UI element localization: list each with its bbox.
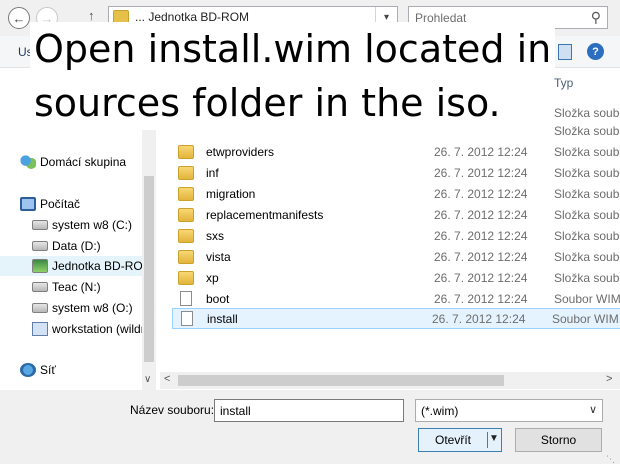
bd-rom-icon [32, 259, 48, 273]
dialog-footer: Název souboru: install (*.wim) ∨ Otevřít… [0, 390, 620, 464]
filter-value: (*.wim) [421, 404, 459, 418]
resize-grip-icon[interactable]: ⋱ [606, 454, 615, 464]
nav-item-label: Data (D:) [52, 239, 101, 253]
drive-icon [32, 220, 48, 230]
folder-icon [178, 228, 194, 243]
caret-down-icon[interactable]: ▼ [489, 433, 499, 444]
file-type-filter[interactable]: (*.wim) ∨ [415, 399, 603, 422]
back-button[interactable]: ← [8, 7, 30, 29]
caption-line-1: Open install.wim located in [30, 22, 556, 76]
file-type: Složka soubo [554, 144, 620, 159]
folder-icon [178, 186, 194, 201]
file-date: 26. 7. 2012 12:24 [434, 228, 528, 243]
file-type: Složka soubo [554, 186, 620, 201]
nav-item-drive-d[interactable]: Data (D:) [32, 236, 143, 256]
file-type: Složka soubo [554, 270, 620, 285]
file-type: Složka soubo [554, 228, 620, 243]
file-date: 26. 7. 2012 12:24 [434, 249, 528, 264]
file-date: 26. 7. 2012 12:24 [434, 291, 528, 306]
file-row[interactable]: vista 26. 7. 2012 12:24 Složka soubo [170, 246, 620, 267]
cancel-button[interactable]: Storno [515, 428, 602, 452]
network-icon [20, 363, 36, 377]
network-drive-icon [32, 322, 48, 336]
nav-item-drive-c[interactable]: system w8 (C:) [32, 215, 143, 235]
file-date: 26. 7. 2012 12:24 [434, 144, 528, 159]
drive-icon [32, 241, 48, 251]
chevron-left-icon[interactable]: < [164, 373, 170, 385]
file-icon [180, 291, 192, 306]
arrow-left-icon: ← [12, 10, 26, 26]
file-name: migration [206, 186, 256, 201]
homegroup-icon [20, 155, 36, 169]
nav-item-label: workstation (wildr [52, 322, 143, 336]
tutorial-caption: Open install.wim located in sources fold… [30, 22, 590, 130]
chevron-down-icon[interactable]: ∨ [144, 374, 151, 385]
file-row[interactable]: migration 26. 7. 2012 12:24 Složka soubo [170, 183, 620, 204]
folder-icon [178, 165, 194, 180]
file-type: Složka soubo [554, 249, 620, 264]
nav-scrollbar-thumb[interactable] [144, 176, 154, 362]
computer-icon [20, 197, 36, 211]
file-row[interactable]: boot 26. 7. 2012 12:24 Soubor WIM [170, 288, 620, 309]
file-row[interactable]: sxs 26. 7. 2012 12:24 Složka soubo [170, 225, 620, 246]
file-name: xp [206, 270, 219, 285]
cancel-button-label: Storno [540, 433, 577, 447]
file-name: install [207, 311, 238, 326]
file-name: replacementmanifests [206, 207, 324, 222]
file-name: inf [206, 165, 219, 180]
folder-icon [178, 144, 194, 159]
nav-item-label: Počítač [40, 197, 81, 211]
file-date: 26. 7. 2012 12:24 [434, 270, 528, 285]
file-row-selected[interactable]: install 26. 7. 2012 12:24 Soubor WIM [172, 308, 620, 329]
nav-item-label: Síť [40, 363, 56, 377]
search-icon: ⚲ [590, 9, 601, 25]
folder-icon [178, 249, 194, 264]
horizontal-scrollbar-thumb[interactable] [178, 375, 504, 386]
file-date: 26. 7. 2012 12:24 [434, 207, 528, 222]
drive-icon [32, 282, 48, 292]
file-type: Složka soubo [554, 207, 620, 222]
file-type: Soubor WIM [552, 311, 619, 326]
file-type: Složka soubo [554, 165, 620, 180]
file-row[interactable]: xp 26. 7. 2012 12:24 Složka soubo [170, 267, 620, 288]
nav-item-drive-o[interactable]: system w8 (O:) [32, 298, 143, 318]
file-date: 26. 7. 2012 12:24 [434, 186, 528, 201]
file-name: sxs [206, 228, 224, 243]
chevron-right-icon[interactable]: > [606, 373, 612, 385]
open-button[interactable]: Otevřít ▼ [418, 428, 502, 452]
file-date: 26. 7. 2012 12:24 [434, 165, 528, 180]
horizontal-scrollbar[interactable]: < > [160, 372, 620, 389]
file-name: vista [206, 249, 231, 264]
caption-line-2: sources folder in the iso. [30, 76, 505, 130]
file-date: 26. 7. 2012 12:24 [432, 311, 526, 326]
nav-item-label: system w8 (O:) [52, 301, 133, 315]
file-row[interactable]: replacementmanifests 26. 7. 2012 12:24 S… [170, 204, 620, 225]
nav-item-drive-n[interactable]: Teac (N:) [32, 277, 143, 297]
nav-item-workstation[interactable]: workstation (wildr [32, 319, 143, 339]
nav-item-label: Teac (N:) [52, 280, 101, 294]
split-divider [487, 432, 488, 448]
folder-icon [178, 270, 194, 285]
drive-icon [32, 303, 48, 313]
file-row[interactable]: etwproviders 26. 7. 2012 12:24 Složka so… [170, 141, 620, 162]
open-button-label: Otevřít [434, 433, 471, 447]
filename-input[interactable]: install [214, 399, 404, 422]
nav-item-label: system w8 (C:) [52, 218, 133, 232]
file-icon [181, 311, 193, 326]
up-button[interactable]: ↑ [88, 8, 95, 23]
file-name: etwproviders [206, 144, 275, 159]
nav-item-label: Jednotka BD-ROM [52, 259, 142, 273]
file-type: Soubor WIM [554, 291, 620, 306]
file-row[interactable]: inf 26. 7. 2012 12:24 Složka soubo [170, 162, 620, 183]
nav-item-label: Domácí skupina [40, 155, 127, 169]
arrow-up-icon: ↑ [88, 8, 95, 23]
nav-item-bd-rom[interactable]: Jednotka BD-ROM [0, 256, 142, 276]
folder-icon [178, 207, 194, 222]
chevron-down-icon: ∨ [588, 404, 597, 416]
file-name: boot [206, 291, 230, 306]
filename-value: install [220, 404, 251, 418]
filename-label: Název souboru: [130, 403, 215, 417]
